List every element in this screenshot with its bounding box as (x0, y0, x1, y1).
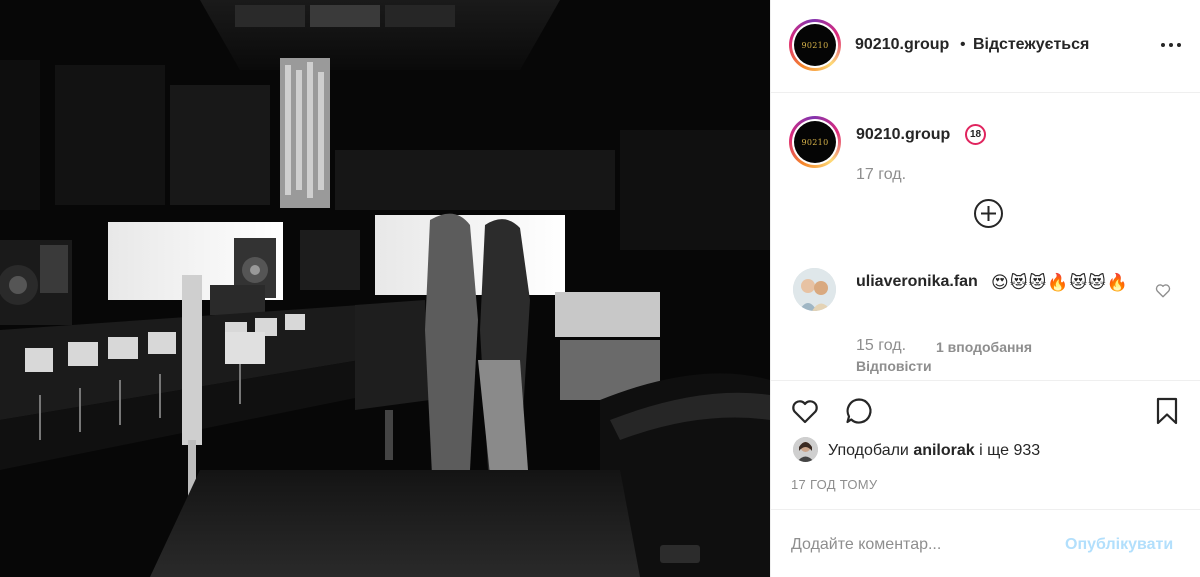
comment-input[interactable] (791, 536, 1061, 554)
bookmark-icon[interactable] (1151, 395, 1183, 427)
heart-outline-icon[interactable] (789, 395, 821, 427)
liked-by-text: Уподобали anilorak і ще 933 (828, 442, 1040, 460)
header-username-link[interactable]: 90210.group (855, 36, 949, 54)
add-comment-bar: Опублікувати (771, 509, 1200, 577)
liker-avatar[interactable] (793, 437, 818, 462)
liked-by-user-link[interactable]: anilorak (913, 442, 974, 459)
speech-bubble-icon[interactable] (843, 395, 875, 427)
post-photo[interactable] (0, 0, 770, 577)
publish-button[interactable]: Опублікувати (1065, 536, 1173, 554)
liked-by-count-link[interactable]: і ще 933 (979, 442, 1040, 459)
caption-time: 17 год. (856, 166, 907, 183)
caption-avatar[interactable]: 90210 (789, 116, 841, 168)
post-actions-bar (771, 380, 1200, 440)
post-header: 90210 90210.group • Відстежується (771, 0, 1200, 93)
header-separator: • (960, 36, 966, 53)
comment-likes-link[interactable]: 1 вподобання (936, 339, 1032, 355)
comment-text: 😍😻😻🔥😻😻🔥 (991, 273, 1129, 292)
commenter-username-link[interactable]: uliaveronika.fan (856, 273, 978, 291)
post-timestamp[interactable]: 17 ГОД ТОМУ (791, 477, 877, 492)
avatar-logo-text: 90210 (801, 40, 829, 50)
heart-outline-icon[interactable] (1154, 281, 1172, 299)
header-avatar[interactable]: 90210 (789, 19, 841, 71)
age-18-badge-icon: 18 (965, 124, 986, 145)
liked-by-prefix: Уподобали (828, 442, 909, 459)
plus-circle-icon[interactable] (973, 198, 1004, 229)
post-side-panel: 90210 90210.group • Відстежується 90210 … (770, 0, 1200, 577)
studio-photo-illustration (0, 0, 770, 577)
comment-time: 15 год. (856, 337, 907, 354)
following-button[interactable]: Відстежується (973, 36, 1089, 54)
caption-username-link[interactable]: 90210.group (856, 126, 950, 144)
avatar-logo-text: 90210 (801, 137, 829, 147)
reply-button[interactable]: Відповісти (856, 358, 932, 374)
more-dots-icon[interactable] (1159, 33, 1183, 57)
commenter-avatar[interactable] (793, 268, 836, 311)
